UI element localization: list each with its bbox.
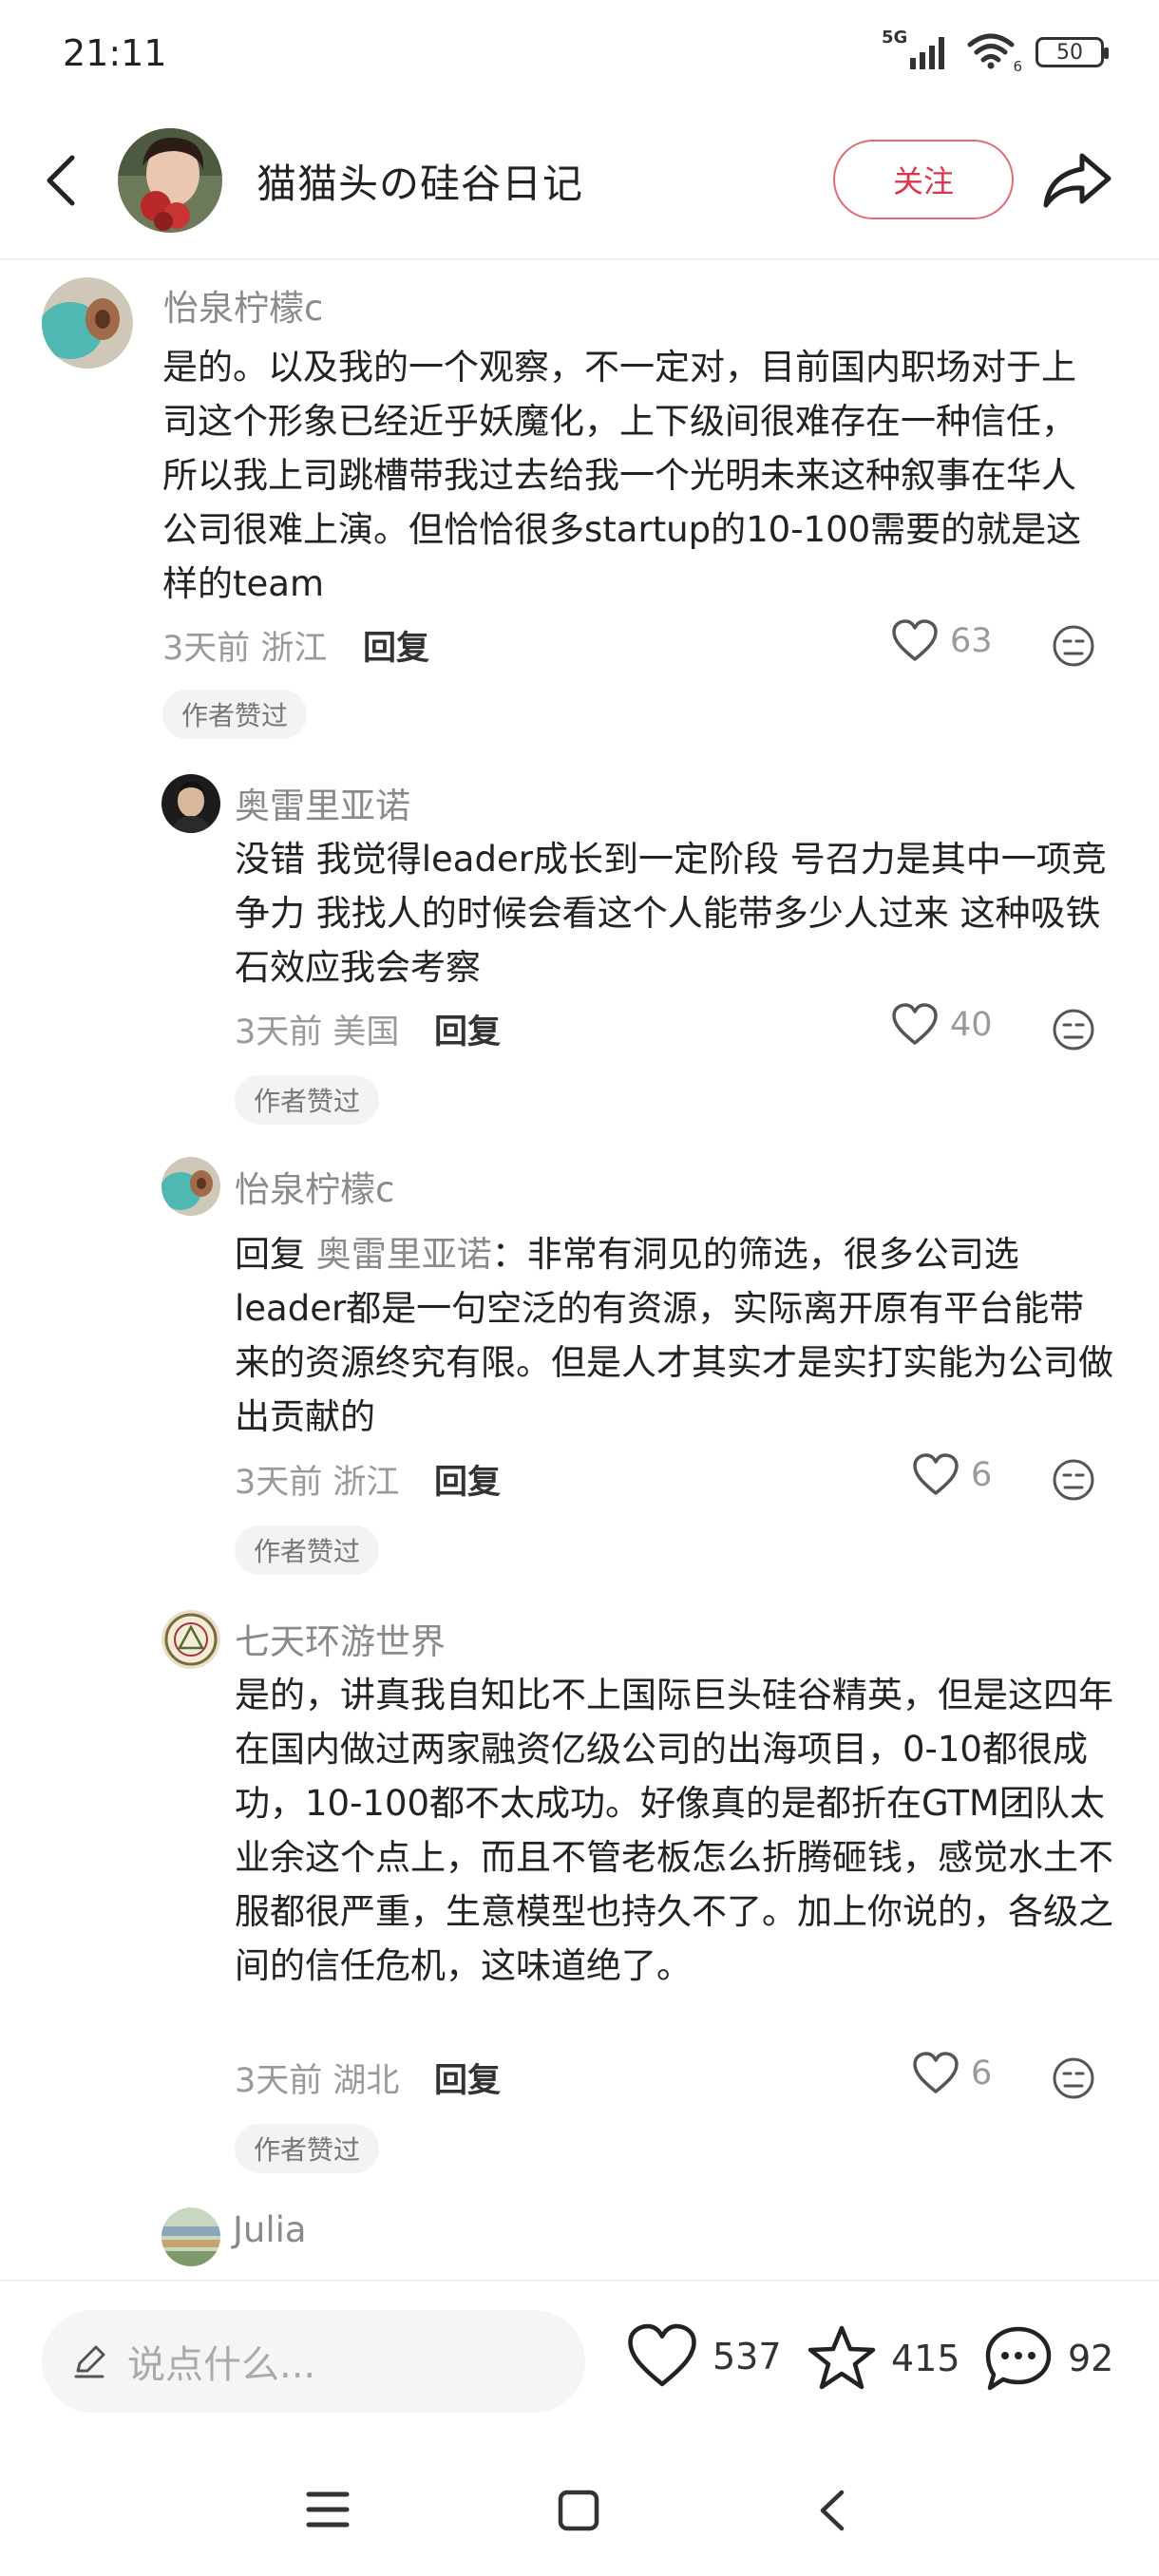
author-liked-badge: 作者赞过: [235, 1075, 380, 1125]
comment-location: 浙江: [332, 1464, 400, 1502]
like-count: 6: [971, 1456, 993, 1494]
dislike-icon[interactable]: [1052, 1008, 1095, 1051]
dislike-icon[interactable]: [1052, 2056, 1095, 2100]
signal-icon: 5G: [882, 28, 950, 71]
comment-time: 3天前: [235, 1013, 323, 1051]
like-button[interactable]: 40: [891, 1003, 993, 1047]
comment-time: 3天前: [162, 630, 251, 668]
chat-icon: [985, 2326, 1052, 2391]
comment-time: 3天前: [235, 2062, 323, 2100]
star-icon: [808, 2325, 876, 2390]
wifi-icon: 6: [967, 33, 1022, 75]
heart-icon: [913, 2052, 959, 2093]
heart-icon: [913, 1453, 959, 1495]
menu-icon[interactable]: [306, 2489, 350, 2530]
nav-back-icon[interactable]: [817, 2489, 847, 2532]
comment-text: 是的，讲真我自知比不上国际巨头硅谷精英，但是这四年在国内做过两家融资亿级公司的出…: [235, 1675, 1113, 1986]
header-divider: [0, 258, 1159, 260]
favorite-button[interactable]: 415: [806, 2323, 960, 2394]
page-title: 猫猫头の硅谷日记: [256, 161, 584, 207]
comment-meta: 3天前 湖北: [235, 2054, 399, 2102]
like-count: 63: [950, 622, 993, 660]
back-icon[interactable]: [34, 150, 91, 211]
author-liked-badge: 作者赞过: [235, 2124, 380, 2173]
reply-prefix: 回复: [235, 1234, 305, 1275]
like-button[interactable]: 6: [912, 2052, 992, 2095]
post-header: 猫猫头の硅谷日记 关注: [0, 123, 1159, 237]
like-button[interactable]: 63: [891, 619, 993, 663]
status-bar: 21:11 5G 6 50: [0, 0, 1159, 104]
like-post-button[interactable]: 537: [625, 2323, 782, 2390]
share-icon[interactable]: [1040, 146, 1114, 215]
dislike-icon[interactable]: [1052, 1458, 1095, 1502]
comment-location: 美国: [332, 1013, 400, 1051]
avatar[interactable]: [162, 1157, 220, 1216]
reply-button[interactable]: 回复: [434, 2054, 501, 2102]
comment-time: 3天前: [235, 1464, 323, 1502]
reply-button[interactable]: 回复: [434, 1455, 501, 1504]
author-liked-badge: 作者赞过: [162, 690, 308, 739]
like-count: 6: [971, 2055, 993, 2093]
pen-icon: [74, 2345, 105, 2378]
comment-meta: 3天前 浙江: [235, 1455, 399, 1504]
heart-icon: [628, 2323, 696, 2387]
favorite-count: 415: [891, 2338, 960, 2379]
avatar[interactable]: [162, 2207, 220, 2266]
comment-text: 回复 奥雷里亚诺：非常有洞见的筛选，很多公司选leader都是一句空泛的有资源，…: [235, 1227, 1118, 1444]
heart-icon: [892, 619, 938, 661]
comment-author[interactable]: 七天环游世界: [235, 1613, 446, 1664]
home-icon[interactable]: [557, 2489, 600, 2532]
comment-meta: 3天前 美国: [235, 1005, 399, 1053]
comment-meta: 3天前 浙江: [162, 621, 327, 670]
reply-button[interactable]: 回复: [363, 621, 429, 670]
comment-text: 没错 我觉得leader成长到一定阶段 号召力是其中一项竞争力 我找人的时候会看…: [235, 839, 1107, 988]
reply-button[interactable]: 回复: [434, 1005, 501, 1053]
avatar[interactable]: [162, 1610, 220, 1669]
comment-input-placeholder: 说点什么...: [127, 2343, 316, 2387]
follow-button[interactable]: 关注: [833, 140, 1014, 219]
heart-icon: [892, 1003, 938, 1045]
dislike-icon[interactable]: [1052, 624, 1095, 668]
comment-location: 浙江: [260, 630, 328, 668]
comment-author[interactable]: Julia: [233, 2209, 307, 2250]
author-avatar[interactable]: [118, 128, 222, 233]
status-icons: 5G 6 50: [882, 28, 1109, 76]
comment-input[interactable]: 说点什么...: [42, 2310, 585, 2413]
battery-indicator: 50: [1036, 37, 1109, 67]
comment-author[interactable]: 怡泉柠檬c: [235, 1161, 394, 1212]
bottom-action-bar: 说点什么... 537 415 92: [0, 2282, 1159, 2443]
comments-button[interactable]: 92: [982, 2323, 1113, 2394]
author-liked-badge: 作者赞过: [235, 1525, 380, 1575]
comment-author[interactable]: 奥雷里亚诺: [235, 777, 410, 828]
comment-location: 湖北: [332, 2062, 400, 2100]
avatar[interactable]: [162, 774, 220, 833]
status-time: 21:11: [63, 32, 167, 74]
comment-text: 是的。以及我的一个观察，不一定对，目前国内职场对于上司这个形象已经近乎妖魔化，上…: [162, 347, 1082, 604]
comment-author[interactable]: 怡泉柠檬c: [163, 279, 323, 331]
reply-target-user[interactable]: 奥雷里亚诺: [316, 1234, 492, 1275]
like-count: 40: [950, 1006, 993, 1044]
comment-count: 92: [1068, 2338, 1114, 2379]
avatar[interactable]: [42, 277, 133, 369]
like-count: 537: [712, 2336, 782, 2377]
system-nav-bar: [0, 2443, 1159, 2576]
like-button[interactable]: 6: [912, 1453, 992, 1497]
